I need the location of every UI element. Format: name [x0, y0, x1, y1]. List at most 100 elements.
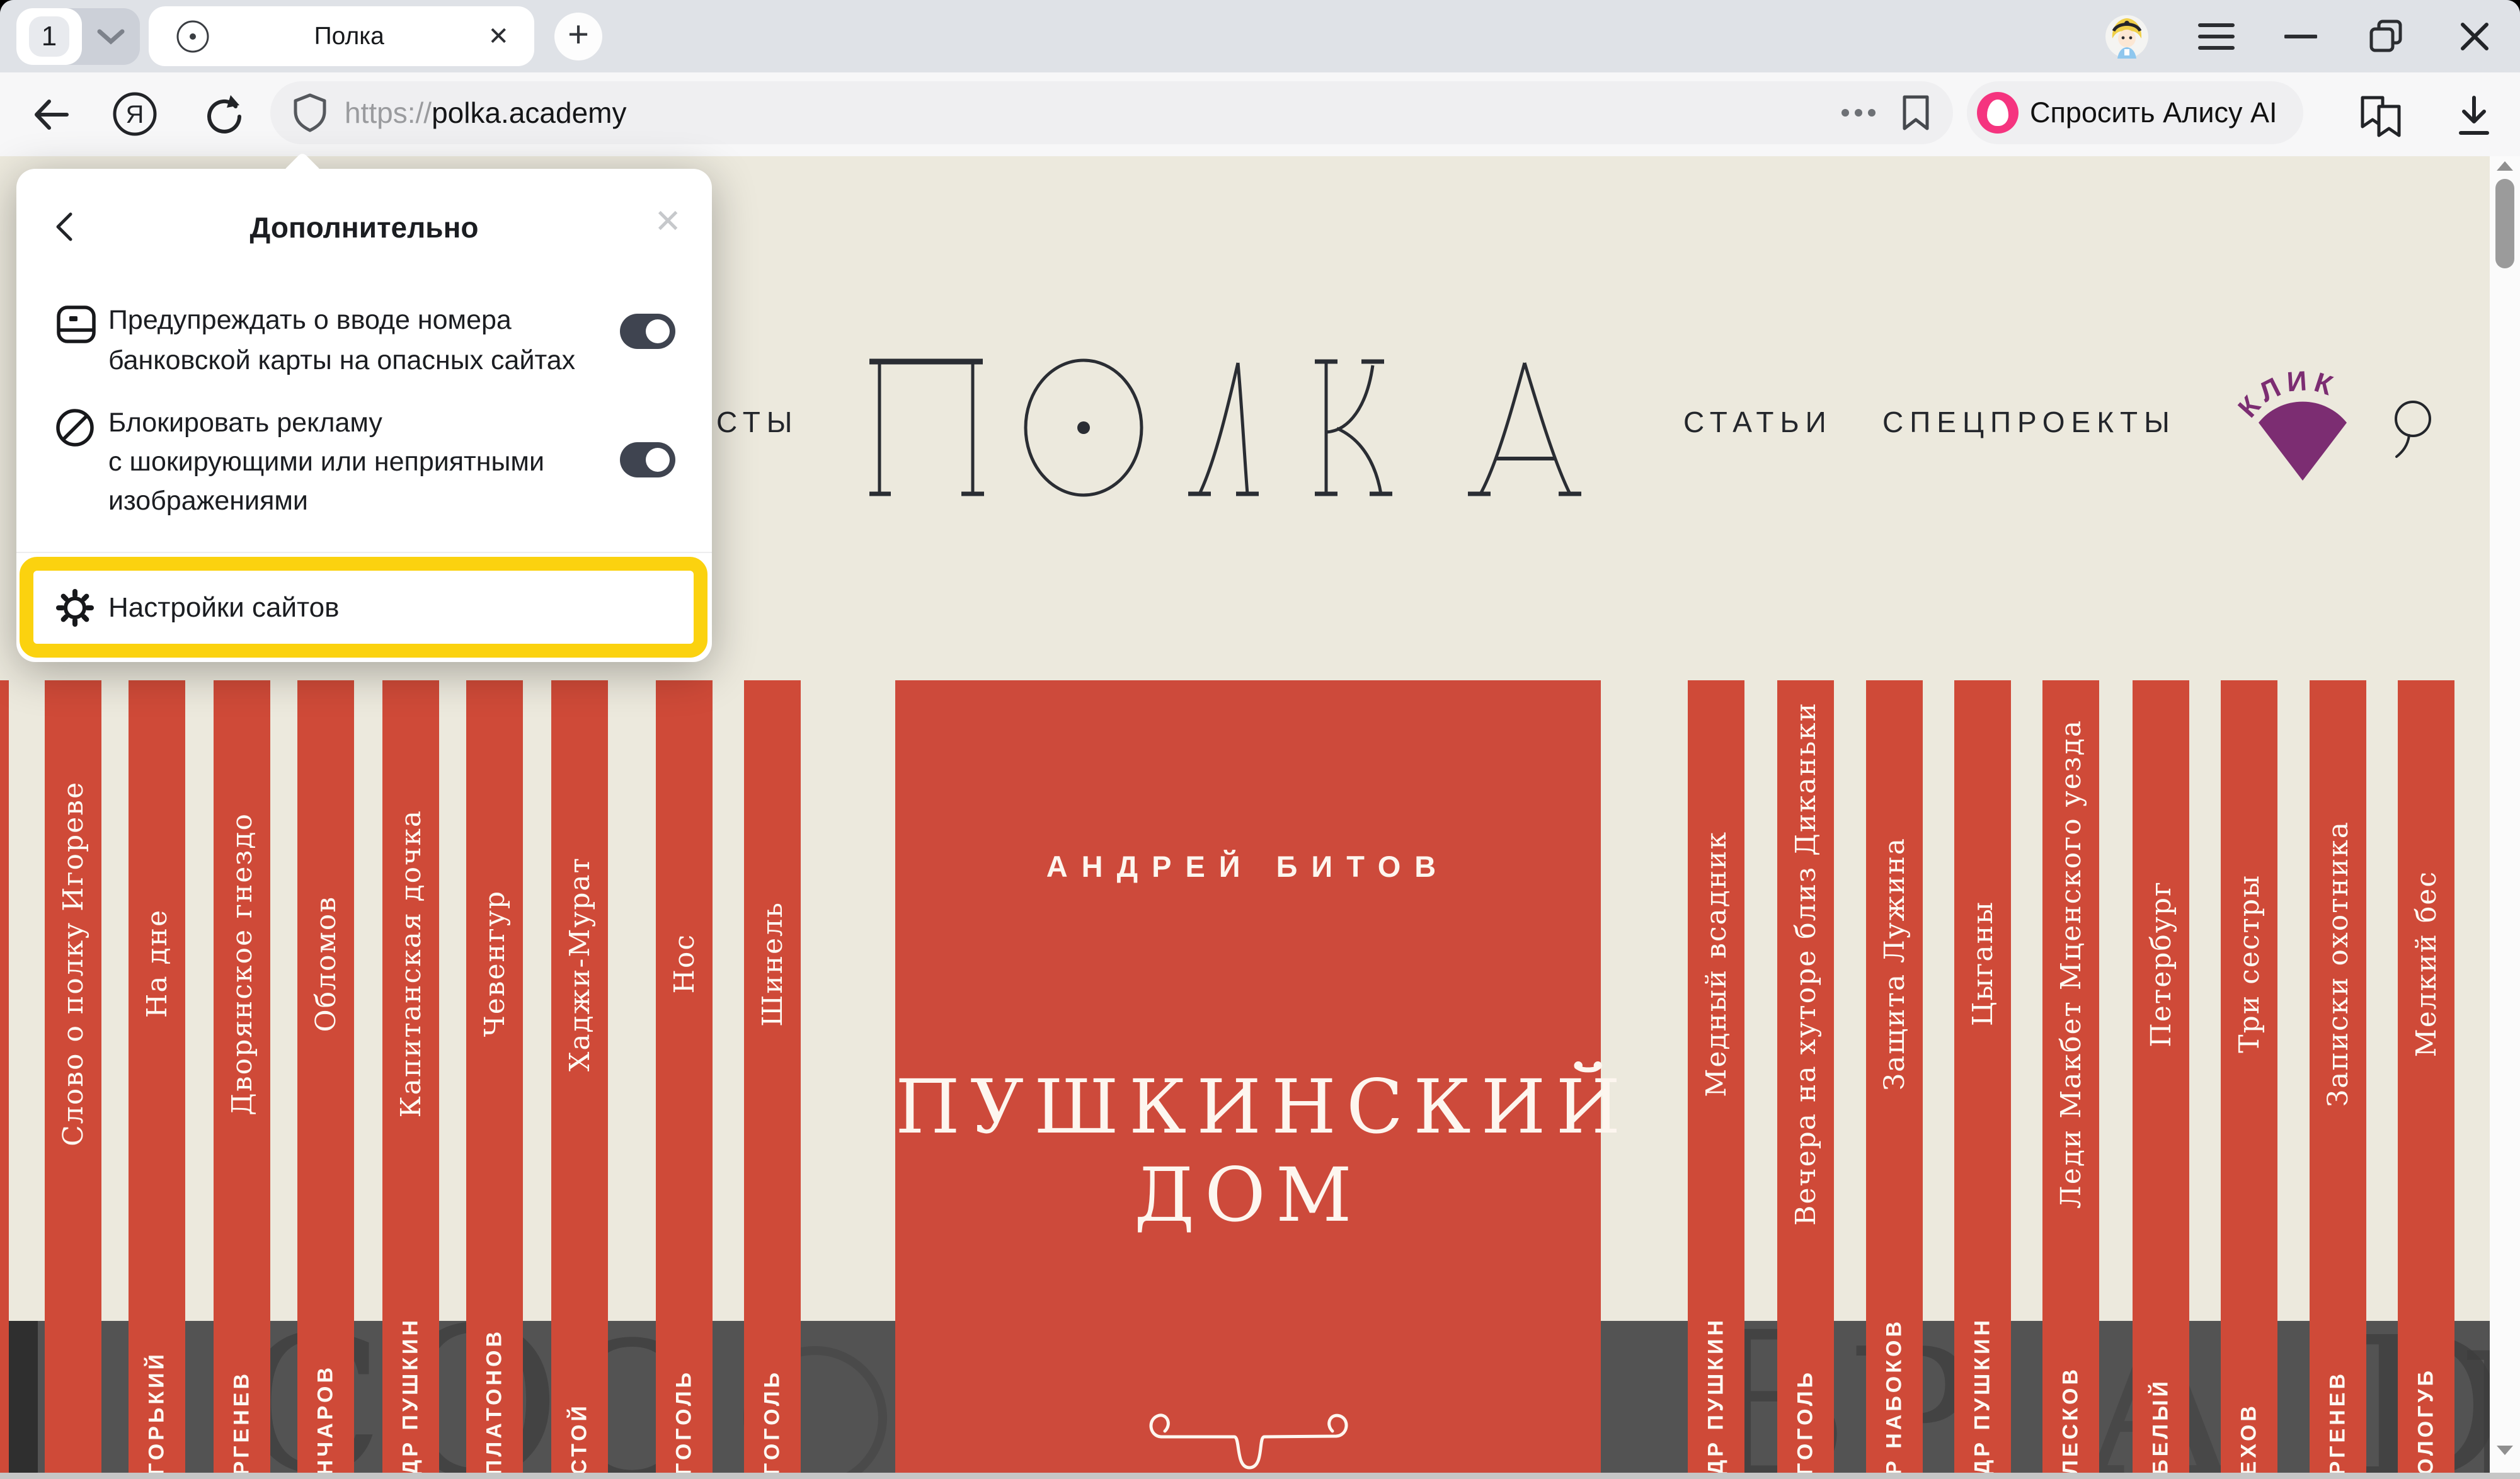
- block-shocking-ads-toggle[interactable]: [620, 442, 675, 477]
- block-ads-icon: [54, 407, 96, 448]
- browser-tab[interactable]: Полка ✕: [149, 6, 534, 66]
- book-spine-left-7[interactable]: Нос ГОГОЛЬ: [656, 680, 713, 1479]
- spine-title: Хаджи-Мурат: [564, 857, 596, 1071]
- spine-title: Леди Макбет Мценского уезда: [2055, 719, 2087, 1209]
- new-tab-button[interactable]: +: [554, 13, 602, 60]
- spine-title: Вечера на хуторе близ Диканьки: [1790, 702, 1822, 1226]
- book-spine-right-4[interactable]: Леди Макбет Мценского уездаЛЕСКОВ: [2042, 680, 2099, 1479]
- browser-window: 1 Полка ✕ +: [0, 0, 2520, 1479]
- book-flourish-icon: [1141, 1397, 1355, 1473]
- spine-author: Р НАБОКОВ: [1882, 1318, 1907, 1475]
- warn-card-entry-setting[interactable]: Предупреждать о вводе номера банковской …: [108, 300, 575, 380]
- book-title-line1: ПУШКИНСКИЙ: [895, 1063, 1601, 1150]
- spine-author: ПЛАТОНОВ: [483, 1328, 507, 1475]
- close-window-button[interactable]: [2449, 0, 2500, 72]
- tab-bar: 1 Полка ✕ +: [0, 0, 2520, 72]
- book-spine-right-8[interactable]: Мелкий бес ОЛОГУБ: [2398, 680, 2454, 1479]
- minimize-button[interactable]: [2276, 0, 2326, 72]
- alice-ai-icon: [1977, 92, 2019, 134]
- block-shocking-ads-setting[interactable]: Блокировать рекламу с шокирующими или не…: [108, 403, 544, 520]
- more-actions-icon[interactable]: [1841, 108, 1876, 117]
- book-spine-right-5[interactable]: ПетербургБЕЛЫЙ: [2133, 680, 2189, 1479]
- spine-title: Чевенгур: [479, 890, 511, 1037]
- book-spine-left-5[interactable]: Чевенгур ПЛАТОНОВ: [466, 680, 523, 1479]
- back-button[interactable]: [30, 94, 72, 135]
- tab-close-button[interactable]: ✕: [488, 22, 509, 51]
- scroll-up-arrow[interactable]: [2497, 161, 2513, 171]
- url-bar[interactable]: https://polka.academy: [270, 81, 1953, 144]
- yandex-home-button[interactable]: Я: [112, 91, 158, 137]
- collections-button[interactable]: [2357, 94, 2407, 140]
- warn-card-entry-toggle[interactable]: [620, 314, 675, 349]
- bank-card-icon: [55, 302, 97, 346]
- book-spine-right-1[interactable]: Вечера на хуторе близ ДиканькиГОГОЛЬ: [1777, 680, 1834, 1479]
- spine-title: Медный всадник: [1700, 831, 1732, 1097]
- ask-alice-label: Спросить Алису AI: [2030, 96, 2296, 129]
- spine-title: Обломов: [310, 896, 342, 1032]
- restore-button[interactable]: [2361, 0, 2412, 72]
- book-spine-left-1[interactable]: На днеГОРЬКИЙ: [129, 680, 185, 1479]
- nav-item-specials[interactable]: СПЕЦПРОЕКТЫ: [1882, 405, 2176, 439]
- spine-title: Нос: [668, 934, 701, 994]
- polka-logo-lettering: [869, 357, 1619, 501]
- downloads-button[interactable]: [2453, 94, 2495, 138]
- book-spine-right-6[interactable]: Три сестрыЕХОВ: [2221, 680, 2277, 1479]
- spine-author: ОЛОГУБ: [2414, 1368, 2439, 1475]
- restore-icon: [2368, 18, 2405, 55]
- site-search-button[interactable]: [2388, 399, 2436, 459]
- tab-count-button[interactable]: 1: [16, 8, 82, 65]
- book-spine-right-2[interactable]: Защита Лужина Р НАБОКОВ: [1866, 680, 1923, 1479]
- scrollbar-thumb[interactable]: [2495, 179, 2514, 268]
- book-spine-left-8[interactable]: ШинельГОГОЛЬ: [744, 680, 801, 1479]
- klik-project-badge[interactable]: КЛИК: [2227, 367, 2378, 493]
- tab-list-control[interactable]: 1: [16, 8, 140, 65]
- book-spine-left-4[interactable]: Капитанская дочкаДР ПУШКИН: [382, 680, 439, 1479]
- reload-icon: [203, 93, 247, 137]
- spine-author: ГОГОЛЬ: [672, 1369, 697, 1475]
- popup-title: Дополнительно: [16, 210, 712, 244]
- book-spine-right-3[interactable]: ЦыганыДР ПУШКИН: [1954, 680, 2011, 1479]
- download-icon: [2453, 94, 2495, 138]
- book-spine-left-3[interactable]: ОбломовНЧАРОВ: [297, 680, 354, 1479]
- tab-list-chevron-button[interactable]: [82, 8, 140, 65]
- shield-icon[interactable]: [292, 92, 328, 134]
- spine-title: Капитанская дочка: [395, 809, 427, 1117]
- close-icon: [2459, 21, 2490, 52]
- spine-author: БЕЛЫЙ: [2149, 1378, 2174, 1475]
- spine-title: Три сестры: [2233, 874, 2265, 1053]
- browser-toolbar: Я https://polka.academy Спросить А: [0, 72, 2520, 156]
- bookmark-icon[interactable]: [1901, 94, 1930, 131]
- browser-menu-button[interactable]: [2191, 0, 2242, 72]
- avatar-alice-icon: [2105, 14, 2149, 59]
- site-logo-polka[interactable]: [869, 357, 1619, 501]
- spine-author: РГЕНЕВ: [230, 1371, 255, 1475]
- book-spine-left-2[interactable]: Дворянское гнездоРГЕНЕВ: [214, 680, 270, 1479]
- site-settings-menu-item[interactable]: Настройки сайтов: [108, 592, 340, 624]
- book-spine-right-7[interactable]: Записки охотникаРГЕНЕВ: [2310, 680, 2366, 1479]
- book-spine-left-0[interactable]: Слово о полку Игореве: [45, 680, 101, 1479]
- scroll-down-arrow[interactable]: [2497, 1446, 2513, 1455]
- spine-title: Защита Лужина: [1879, 837, 1911, 1090]
- vertical-scrollbar[interactable]: [2490, 156, 2520, 1473]
- book-spine-right-0[interactable]: Медный всадникДР ПУШКИН: [1688, 680, 1744, 1479]
- tab-favicon-icon: [175, 19, 210, 54]
- popup-close-button[interactable]: ✕: [654, 205, 682, 238]
- book-spine-left-6[interactable]: Хаджи-МуратСТОЙ: [551, 680, 608, 1479]
- spine-title: Слово о полку Игореве: [57, 781, 89, 1146]
- popup-divider: [16, 552, 712, 553]
- profile-avatar[interactable]: [2102, 0, 2152, 72]
- featured-book-cover[interactable]: АНДРЕЙ БИТОВ ПУШКИНСКИЙ ДОМ: [895, 680, 1601, 1479]
- back-arrow-icon: [30, 94, 72, 135]
- ask-alice-button[interactable]: Спросить Алису AI: [1967, 81, 2303, 144]
- nav-item-texts-fragment[interactable]: СТЫ: [716, 405, 799, 439]
- url-text[interactable]: https://polka.academy: [345, 96, 626, 130]
- yandex-ya-icon: Я: [112, 91, 158, 137]
- plus-icon: +: [568, 16, 589, 53]
- spine-title: Мелкий бес: [2410, 871, 2443, 1057]
- spine-title: Цыганы: [1967, 901, 1999, 1026]
- nav-item-articles[interactable]: СТАТЬИ: [1683, 405, 1833, 439]
- reload-button[interactable]: [203, 93, 247, 137]
- spine-title: На дне: [141, 909, 173, 1018]
- spine-author: РГЕНЕВ: [2326, 1371, 2351, 1475]
- toggle-knob: [646, 319, 670, 343]
